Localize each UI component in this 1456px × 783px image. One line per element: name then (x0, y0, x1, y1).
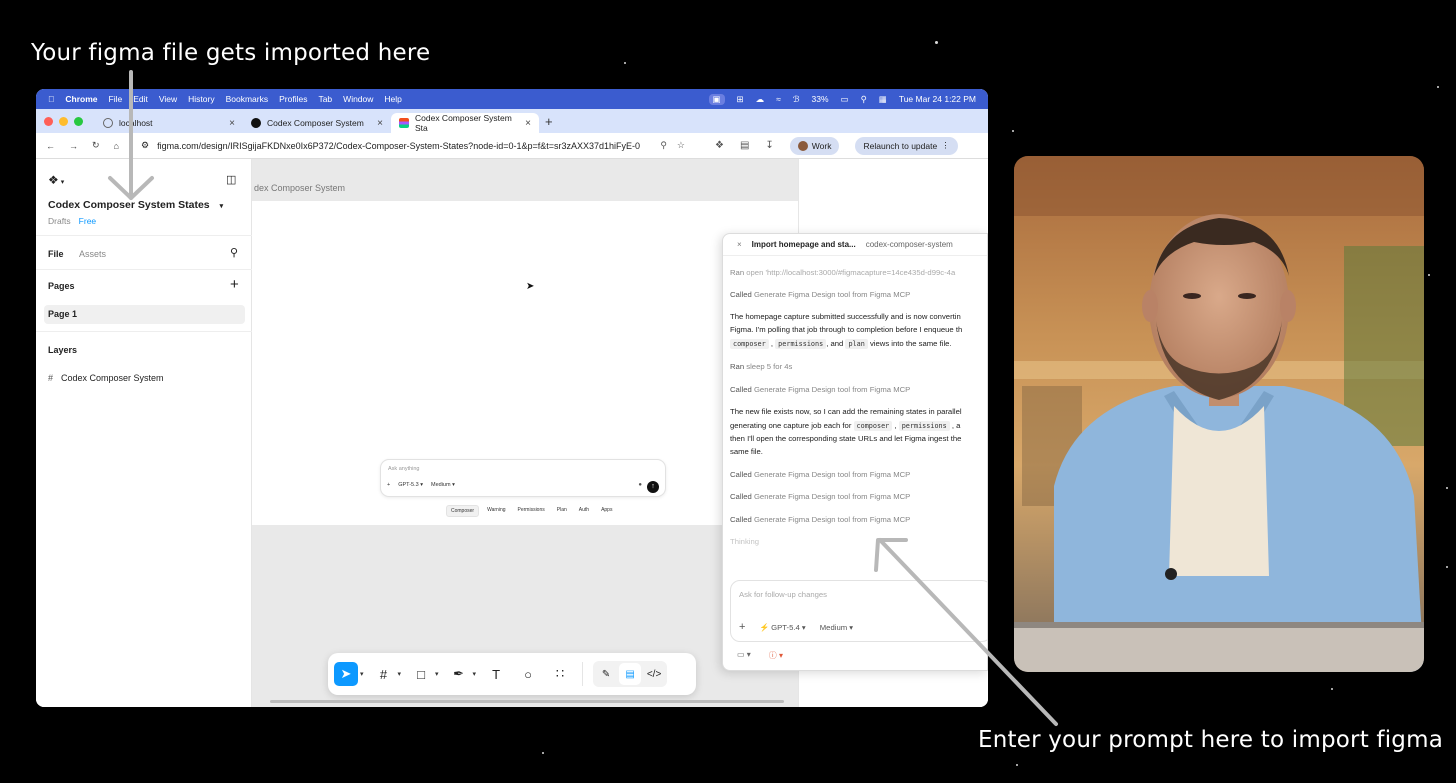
arrow-icon (878, 538, 1058, 726)
annotation-arrows (108, 70, 1058, 726)
stage: Your figma file gets imported here Enter… (0, 0, 1456, 783)
arrow-head (874, 538, 908, 572)
